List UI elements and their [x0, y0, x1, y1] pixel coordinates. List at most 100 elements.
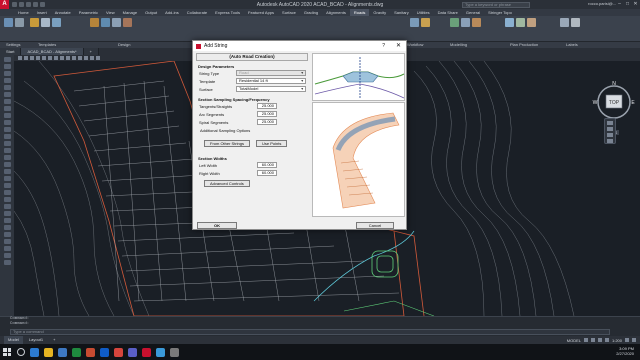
ok-button[interactable]: OK: [197, 222, 237, 229]
surface-select[interactable]: TotalModel ▼: [236, 86, 306, 92]
process-icon[interactable]: [421, 18, 430, 27]
plan-icon[interactable]: [505, 18, 514, 27]
road-design-icon[interactable]: [90, 18, 99, 27]
draw-tool-icon[interactable]: [18, 56, 22, 60]
add-layout-button[interactable]: +: [49, 336, 59, 344]
palette-tool-icon[interactable]: [3, 85, 11, 90]
tab-output[interactable]: Output: [141, 9, 161, 16]
tab-surface[interactable]: Surface: [278, 9, 300, 16]
tab-insert[interactable]: Insert: [33, 9, 51, 16]
workflow-icon[interactable]: [410, 18, 419, 27]
draw-tool-icon[interactable]: [42, 56, 46, 60]
palette-tool-icon[interactable]: [3, 148, 11, 153]
windows-start-icon[interactable]: [2, 347, 12, 357]
draw-tool-icon[interactable]: [36, 56, 40, 60]
left-width-input[interactable]: 60.000: [257, 162, 277, 168]
new-icon[interactable]: [12, 2, 17, 7]
draw-tool-icon[interactable]: [48, 56, 52, 60]
palette-tool-icon[interactable]: [3, 78, 11, 83]
command-input[interactable]: Type a command: [10, 329, 610, 335]
from-other-strings-button[interactable]: From Other Strings: [204, 140, 251, 147]
layout-tab-model[interactable]: Model: [4, 336, 23, 344]
settings-gear-icon[interactable]: [170, 347, 179, 357]
close-icon[interactable]: ✕: [396, 42, 401, 49]
model-icon[interactable]: [450, 18, 459, 27]
skype-icon[interactable]: [156, 347, 165, 357]
template-editor-icon[interactable]: [41, 18, 50, 27]
palette-tool-icon[interactable]: [3, 239, 11, 244]
surface-model-icon[interactable]: [461, 18, 470, 27]
tab-alignments[interactable]: Alignments: [322, 9, 350, 16]
draw-tool-icon[interactable]: [30, 56, 34, 60]
draw-tool-icon[interactable]: [84, 56, 88, 60]
string-type-select[interactable]: Road ▼: [236, 70, 306, 76]
zoom-icon[interactable]: [607, 127, 613, 131]
help-icon[interactable]: ?: [382, 43, 385, 49]
palette-tool-icon[interactable]: [3, 141, 11, 146]
draw-tool-icon[interactable]: [66, 56, 70, 60]
layout-tab-layout1[interactable]: Layout1: [25, 336, 47, 344]
workspace-icon[interactable]: [625, 338, 629, 342]
palette-tool-icon[interactable]: [3, 183, 11, 188]
draw-tool-icon[interactable]: [24, 56, 28, 60]
tab-annotate[interactable]: Annotate: [51, 9, 75, 16]
palette-tool-icon[interactable]: [3, 64, 11, 69]
search-input[interactable]: Type a keyword or phrase: [462, 1, 530, 8]
customize-icon[interactable]: [632, 338, 636, 342]
palette-tool-icon[interactable]: [3, 57, 11, 62]
junction-icon[interactable]: [123, 18, 132, 27]
showmotion-icon[interactable]: [607, 139, 613, 143]
volumes-icon[interactable]: [472, 18, 481, 27]
grid-icon[interactable]: [583, 338, 588, 342]
tab-sanitary[interactable]: Sanitary: [390, 9, 413, 16]
orbit-icon[interactable]: [607, 133, 613, 137]
open-icon[interactable]: [19, 2, 24, 7]
tab-home[interactable]: Home: [14, 9, 33, 16]
user-account[interactable]: rocco.parisi@...: [588, 1, 616, 6]
tab-express-tools[interactable]: Express Tools: [211, 9, 244, 16]
system-tray-clock[interactable]: 3:09 PM 2/27/2020: [616, 346, 634, 356]
label-style-icon[interactable]: [571, 18, 580, 27]
palette-tool-icon[interactable]: [3, 246, 11, 251]
palette-tool-icon[interactable]: [3, 71, 11, 76]
tab-data-share[interactable]: Data Share: [434, 9, 462, 16]
palette-tool-icon[interactable]: [3, 127, 11, 132]
search-icon[interactable]: [17, 348, 25, 356]
draw-tool-icon[interactable]: [60, 56, 64, 60]
tab-stringer-topo[interactable]: Stringer Topo: [484, 9, 516, 16]
palette-tool-icon[interactable]: [3, 253, 11, 258]
tab-utilities[interactable]: Utilities: [413, 9, 434, 16]
maximize-icon[interactable]: □: [625, 1, 630, 7]
right-width-input[interactable]: 60.000: [257, 170, 277, 176]
teams-icon[interactable]: [128, 347, 137, 357]
tab-collaborate[interactable]: Collaborate: [183, 9, 211, 16]
tab-roads[interactable]: Roads: [349, 9, 370, 16]
palette-tool-icon[interactable]: [3, 176, 11, 181]
profile-icon[interactable]: [516, 18, 525, 27]
palette-tool-icon[interactable]: [3, 197, 11, 202]
file-tab-drawing[interactable]: ACAD_BCAD - Alignments*: [21, 48, 84, 55]
label-icon[interactable]: [560, 18, 569, 27]
edge-icon[interactable]: [30, 347, 39, 357]
options-icon[interactable]: [15, 18, 24, 27]
palette-tool-icon[interactable]: [3, 169, 11, 174]
palette-tool-icon[interactable]: [3, 162, 11, 167]
palette-tool-icon[interactable]: [3, 218, 11, 223]
tangents-input[interactable]: 25.000: [257, 103, 277, 109]
draw-tool-icon[interactable]: [90, 56, 94, 60]
use-points-button[interactable]: Use Points: [256, 140, 288, 147]
annotation-scale[interactable]: 1:200: [612, 338, 622, 343]
save-icon[interactable]: [26, 2, 31, 7]
tab-manage[interactable]: Manage: [119, 9, 141, 16]
excel-icon[interactable]: [72, 347, 81, 357]
settings-icon[interactable]: [4, 18, 13, 27]
palette-tool-icon[interactable]: [3, 211, 11, 216]
minimize-icon[interactable]: –: [617, 1, 622, 7]
tab-grading[interactable]: Grading: [300, 9, 322, 16]
autocad-taskbar-icon[interactable]: [142, 347, 151, 357]
model-space-label[interactable]: MODEL: [567, 338, 581, 343]
chrome-icon[interactable]: [114, 347, 123, 357]
powerpoint-icon[interactable]: [86, 347, 95, 357]
cancel-button[interactable]: Cancel: [356, 222, 394, 229]
pan-icon[interactable]: [607, 121, 613, 125]
